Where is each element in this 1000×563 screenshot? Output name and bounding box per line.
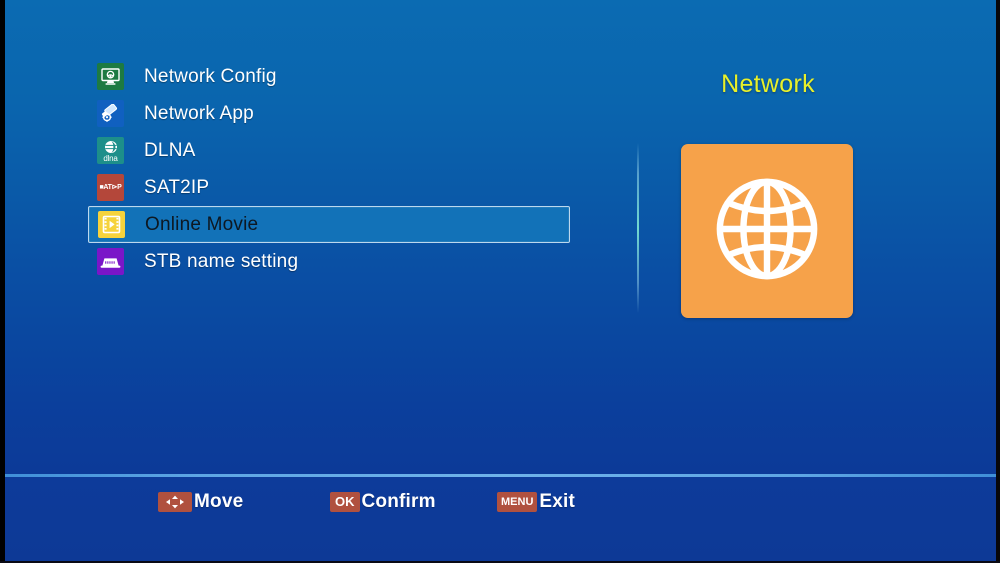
menu-item-stb-name-setting[interactable]: STB name setting [88,243,570,280]
menu-item-dlna[interactable]: dlna DLNA [88,132,570,169]
sat2ip-wordmark: ■AT⊳P [99,184,122,191]
help-item-exit[interactable]: MENU Exit [497,491,575,513]
menu-item-label: DLNA [144,139,196,161]
menu-item-label: STB name setting [144,250,299,272]
sat2ip-icon: ■AT⊳P [97,174,124,201]
help-item-move[interactable]: Move [158,491,243,513]
stb-menu-screen: Network Config Network App dlna DLNA ■AT… [0,0,1000,563]
dpad-icon [158,492,192,512]
help-bar: Move OK Confirm MENU Exit [0,477,1000,563]
dlna-icon: dlna [97,137,124,164]
help-item-confirm[interactable]: OK Confirm [330,491,436,513]
stb-name-setting-icon [97,248,124,275]
screen-edge-left [0,0,5,563]
menu-item-online-movie[interactable]: Online Movie [88,206,570,243]
help-label: Move [194,491,244,512]
help-label: Exit [539,491,576,512]
screen-edge-right [996,0,1000,563]
menu-item-label: Network App [144,102,254,124]
network-app-icon [97,100,124,127]
network-preview-tile [681,144,853,318]
menu-item-network-config[interactable]: Network Config [88,58,570,95]
menu-item-network-app[interactable]: Network App [88,95,570,132]
online-movie-icon [98,211,125,238]
menu-item-sat2ip[interactable]: ■AT⊳P SAT2IP [88,169,570,206]
ok-key-badge: OK [330,492,360,512]
globe-icon [705,167,829,296]
panel-divider [637,143,639,313]
menu-item-label: Network Config [144,65,277,87]
category-bar [0,385,1000,475]
dlna-wordmark: dlna [103,154,118,163]
page-title: Network [721,70,815,98]
menu-item-label: SAT2IP [144,176,210,198]
network-menu-list: Network Config Network App dlna DLNA ■AT… [88,58,570,280]
menu-key-badge: MENU [497,492,538,512]
help-label: Confirm [361,491,436,512]
network-config-icon [97,63,124,90]
menu-item-label: Online Movie [145,213,259,235]
